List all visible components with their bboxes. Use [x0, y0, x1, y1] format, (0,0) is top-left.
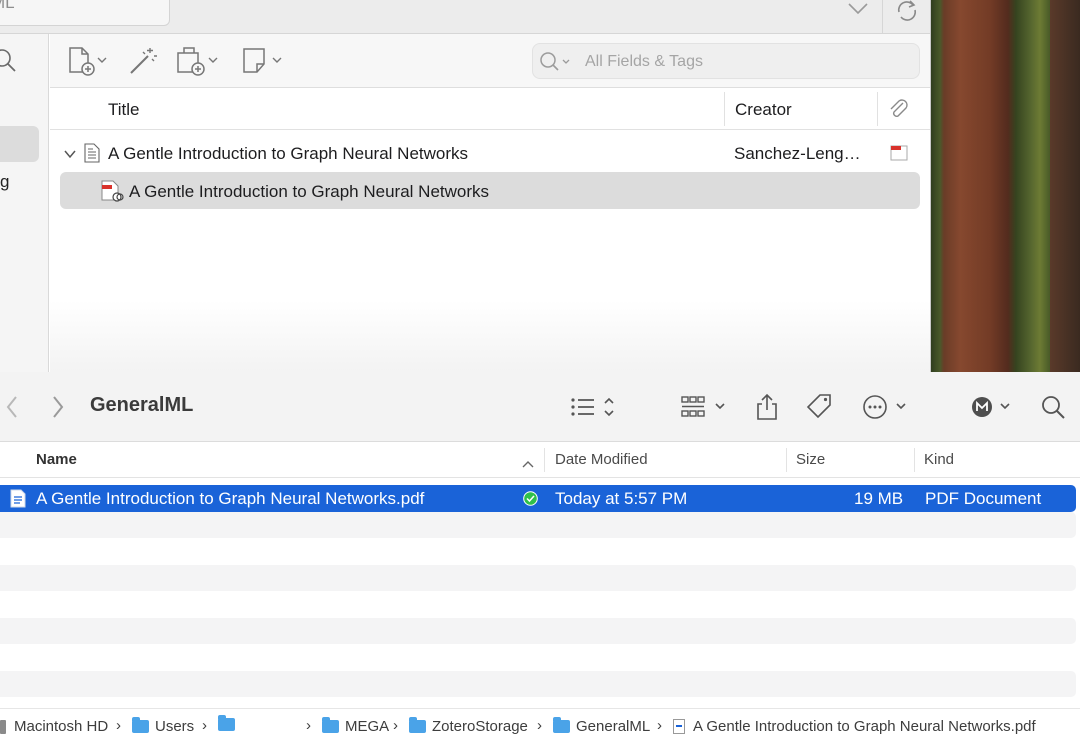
- path-item-mega[interactable]: MEGA: [322, 717, 390, 735]
- column-size[interactable]: Size: [796, 451, 825, 468]
- hard-drive-icon: [0, 719, 6, 734]
- column-title[interactable]: Title: [108, 100, 140, 120]
- path-separator: ›: [657, 717, 662, 734]
- search-icon[interactable]: [0, 48, 18, 72]
- collection-name: ML: [0, 0, 15, 12]
- path-item-macintosh-hd[interactable]: Macintosh HD: [0, 718, 108, 735]
- more-actions-icon[interactable]: [862, 392, 910, 422]
- share-icon[interactable]: [756, 392, 778, 422]
- back-chevron-icon[interactable]: [4, 392, 20, 422]
- paperclip-icon[interactable]: [888, 99, 910, 126]
- item-creator: Sanchez-Leng…: [734, 144, 861, 163]
- path-item-generalml[interactable]: GeneralML: [553, 717, 651, 735]
- new-note-button[interactable]: [240, 44, 286, 78]
- empty-row-stripe: [0, 618, 1076, 644]
- path-separator: ›: [393, 717, 398, 734]
- path-label: ZoteroStorage: [432, 718, 528, 735]
- search-placeholder: All Fields & Tags: [585, 53, 703, 70]
- column-divider: [914, 448, 915, 472]
- path-label: GeneralML: [576, 718, 651, 735]
- toolbar-divider: [882, 0, 883, 34]
- list-view-icon[interactable]: [570, 392, 620, 422]
- synced-check-icon: [523, 491, 538, 511]
- collection-item-label[interactable]: g: [0, 172, 9, 192]
- column-kind[interactable]: Kind: [924, 451, 954, 468]
- column-divider: [544, 448, 545, 472]
- search-icon[interactable]: [539, 51, 573, 73]
- path-item-file[interactable]: A Gentle Introduction to Graph Neural Ne…: [673, 718, 1036, 735]
- file-size: 19 MB: [854, 489, 904, 508]
- zotero-window: ML g: [0, 0, 931, 372]
- path-item-zoterostorage[interactable]: ZoteroStorage: [409, 717, 528, 735]
- items-search-field[interactable]: All Fields & Tags: [532, 43, 920, 79]
- folder-icon: [322, 717, 339, 733]
- new-attachment-button[interactable]: [174, 44, 222, 78]
- desktop-wallpaper: [930, 0, 1080, 372]
- empty-row-stripe: [0, 512, 1076, 538]
- path-label: Users: [155, 718, 195, 735]
- path-item-home[interactable]: [218, 715, 241, 731]
- disclosure-chevron-icon[interactable]: [64, 146, 76, 164]
- collection-item-selected[interactable]: [0, 126, 39, 162]
- path-bar: Macintosh HD › Users › › MEGA › ZoteroSt…: [0, 708, 1080, 742]
- document-icon: [84, 143, 100, 168]
- group-view-icon[interactable]: [680, 392, 730, 422]
- pdf-file-icon: [673, 719, 685, 734]
- table-row[interactable]: A Gentle Introduction to Graph Neural Ne…: [50, 134, 930, 171]
- folder-icon: [132, 717, 149, 733]
- folder-icon: [553, 717, 570, 733]
- items-column-header: Title Creator: [50, 88, 930, 130]
- file-kind: PDF Document: [925, 489, 1042, 508]
- attachment-title: A Gentle Introduction to Graph Neural Ne…: [129, 182, 490, 201]
- collections-pane: g: [0, 34, 49, 372]
- path-separator: ›: [306, 717, 311, 734]
- finder-column-header: Name Date Modified Size Kind: [0, 442, 1080, 478]
- column-date-modified[interactable]: Date Modified: [555, 451, 648, 468]
- new-item-button[interactable]: [66, 44, 110, 78]
- sort-ascending-chevron-icon[interactable]: [522, 455, 534, 473]
- finder-folder-title: GeneralML: [90, 394, 194, 416]
- pdf-attachment-icon[interactable]: [890, 145, 908, 166]
- empty-row-stripe: [0, 671, 1076, 697]
- file-date-modified: Today at 5:57 PM: [555, 489, 688, 508]
- empty-row-stripe: [0, 565, 1076, 591]
- path-separator: ›: [537, 717, 542, 734]
- mega-sync-icon[interactable]: [970, 392, 1014, 422]
- forward-chevron-icon[interactable]: [50, 392, 66, 422]
- search-icon[interactable]: [1040, 392, 1066, 422]
- path-separator: ›: [202, 717, 207, 734]
- pdf-link-icon: [100, 179, 124, 208]
- finder-window: GeneralML Name Date Modified Size Kind A…: [0, 372, 1080, 742]
- sync-icon[interactable]: [895, 0, 919, 22]
- path-separator: ›: [116, 717, 121, 734]
- column-divider: [724, 92, 725, 126]
- items-toolbar: All Fields & Tags: [50, 34, 930, 88]
- pane-shadow: [50, 300, 930, 372]
- tag-icon[interactable]: [805, 392, 833, 422]
- column-creator[interactable]: Creator: [735, 100, 792, 120]
- folder-icon: [409, 717, 426, 733]
- pdf-file-icon: [10, 489, 26, 513]
- collection-field[interactable]: ML: [0, 0, 170, 26]
- item-title: A Gentle Introduction to Graph Neural Ne…: [108, 144, 469, 163]
- path-label: A Gentle Introduction to Graph Neural Ne…: [693, 718, 1036, 735]
- add-by-identifier-wand-icon[interactable]: [126, 44, 160, 78]
- zotero-title-bar: ML: [0, 0, 930, 34]
- file-row-selected[interactable]: A Gentle Introduction to Graph Neural Ne…: [0, 485, 1076, 512]
- table-row-selected[interactable]: A Gentle Introduction to Graph Neural Ne…: [60, 172, 920, 209]
- path-label: Macintosh HD: [14, 718, 109, 735]
- chevron-down-icon[interactable]: [846, 0, 870, 20]
- path-label: MEGA: [345, 718, 390, 735]
- home-folder-icon: [218, 715, 235, 731]
- column-divider: [877, 92, 878, 126]
- column-name[interactable]: Name: [36, 451, 77, 468]
- file-name: A Gentle Introduction to Graph Neural Ne…: [36, 489, 425, 508]
- finder-toolbar: GeneralML: [0, 372, 1080, 442]
- column-divider: [786, 448, 787, 472]
- path-item-users[interactable]: Users: [132, 717, 195, 735]
